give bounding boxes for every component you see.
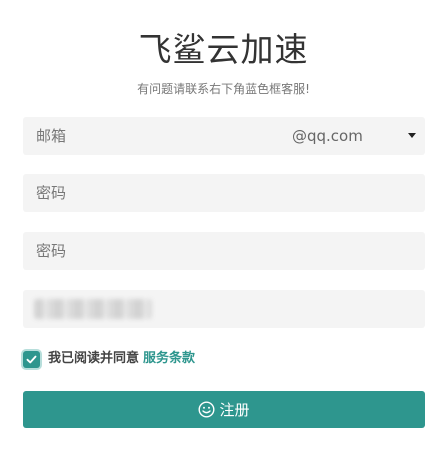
app-title: 飞鲨云加速 xyxy=(138,30,309,69)
agree-checkbox[interactable] xyxy=(23,350,40,368)
captcha-field[interactable] xyxy=(23,290,425,328)
register-button-label: 注册 xyxy=(219,400,250,419)
support-hint: 有问题请联系右下角蓝色框客服! xyxy=(137,82,310,96)
agree-label: 我已阅读并同意 xyxy=(48,351,140,366)
register-button[interactable]: 注册 xyxy=(23,391,425,428)
confirm-password-field xyxy=(23,232,425,270)
caret-down-icon xyxy=(408,133,416,138)
email-field: @qq.com xyxy=(23,117,425,155)
register-page: 飞鲨云加速 有问题请联系右下角蓝色框客服! @qq.com 我已阅读并同意 服务… xyxy=(0,0,447,451)
check-icon xyxy=(26,355,37,363)
terms-link[interactable]: 服务条款 xyxy=(143,350,195,368)
agreement-row: 我已阅读并同意 服务条款 xyxy=(23,350,195,368)
email-domain-select[interactable]: @qq.com xyxy=(275,117,425,155)
password-field xyxy=(23,174,425,212)
confirm-password-input[interactable] xyxy=(23,232,425,270)
email-domain-value: @qq.com xyxy=(292,127,363,145)
smile-icon xyxy=(198,401,215,418)
email-input[interactable] xyxy=(23,117,273,155)
blurred-captcha-text xyxy=(34,299,152,319)
password-input[interactable] xyxy=(23,174,425,212)
